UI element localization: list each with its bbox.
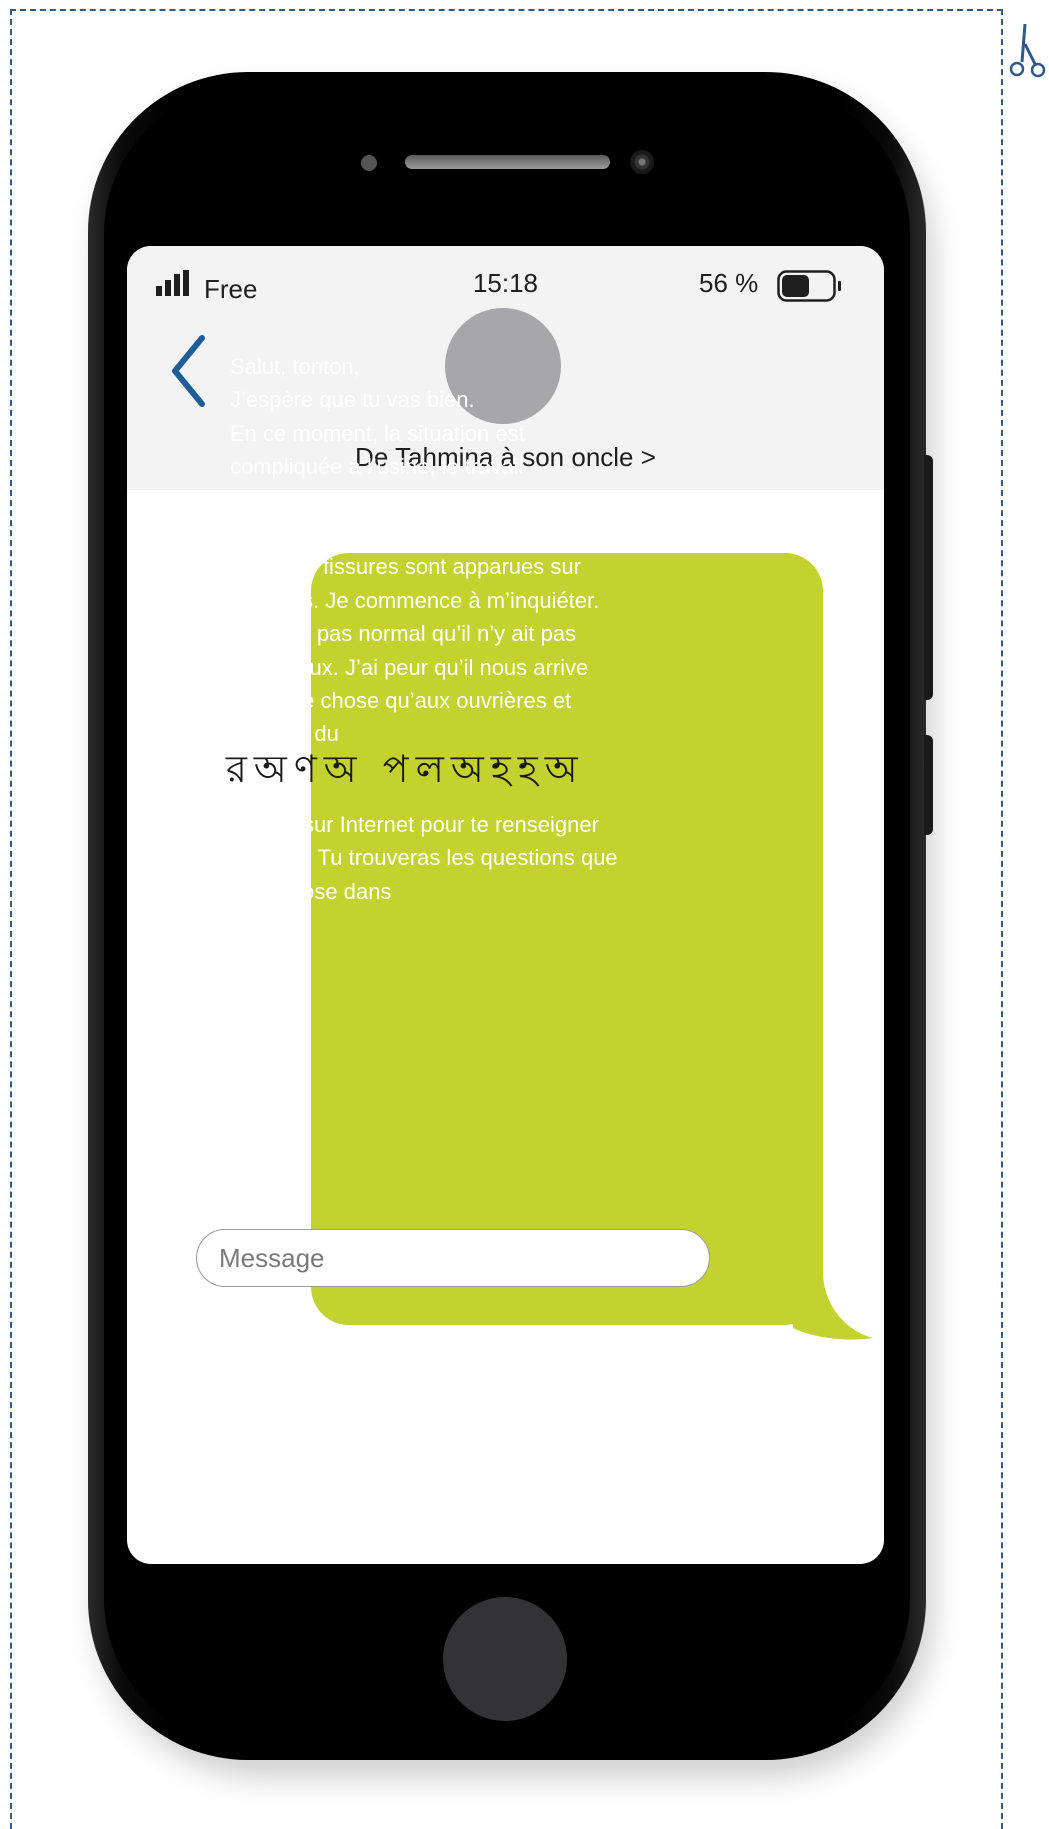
- earpiece-speaker: [405, 155, 610, 169]
- message-text-part2: Va voir sur Internet pour te renseigner …: [230, 812, 618, 904]
- status-time: 15:18: [472, 268, 539, 298]
- front-camera-icon: [630, 150, 654, 174]
- message-text-part1: Salut, tonton, J’espère que tu vas bien.…: [230, 354, 600, 747]
- back-chevron-icon[interactable]: [169, 334, 209, 408]
- bubble-tail: [793, 1272, 873, 1340]
- scissors-icon: [1009, 23, 1046, 78]
- home-button[interactable]: [443, 1597, 567, 1721]
- message-input[interactable]: [196, 1229, 710, 1287]
- volume-up-button[interactable]: [924, 455, 933, 700]
- message-bengali-text: রঅণঅ পলঅহহঅ: [226, 747, 585, 791]
- battery-icon: [777, 270, 841, 302]
- proximity-sensor: [361, 155, 377, 171]
- volume-down-button[interactable]: [924, 735, 933, 835]
- battery-percentage: 56 %: [699, 268, 759, 298]
